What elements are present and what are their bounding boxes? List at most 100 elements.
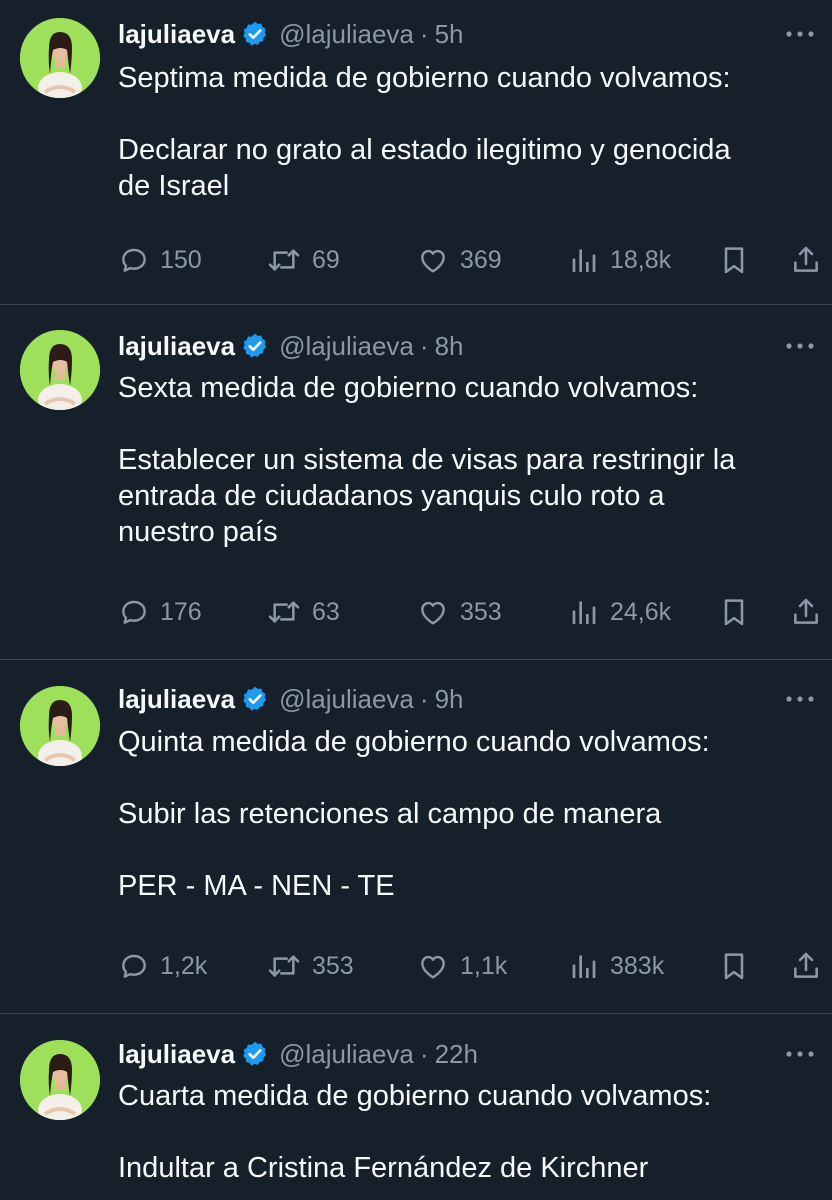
author-handle[interactable]: @lajuliaeva: [279, 331, 414, 362]
bookmark-button[interactable]: [718, 240, 750, 280]
tweet-feed: lajuliaeva @lajuliaeva · 5h Septima medida d…: [0, 0, 832, 1200]
reply-count: 1,2k: [160, 951, 208, 980]
retweet-count: 69: [312, 245, 340, 274]
verified-badge-icon: [241, 1040, 269, 1068]
tweet-text-line: [118, 406, 818, 442]
tweet-actions: 150 69 369 18,8k: [118, 240, 830, 280]
bookmark-button[interactable]: [718, 946, 750, 986]
more-icon[interactable]: [782, 19, 818, 49]
separator-dot: ·: [419, 683, 429, 714]
tweet-text-line: PER - MA - NEN - TE: [118, 870, 395, 902]
tweet-text-line: Subir las retenciones al campo de manera: [118, 798, 662, 830]
like-button[interactable]: 353: [416, 592, 502, 632]
author-name[interactable]: lajuliaeva: [118, 1039, 235, 1070]
retweet-icon: [266, 244, 302, 276]
avatar[interactable]: [20, 686, 100, 766]
share-button[interactable]: [790, 946, 822, 986]
author-name[interactable]: lajuliaeva: [118, 19, 235, 50]
tweet-header: lajuliaeva @lajuliaeva · 9h: [118, 679, 463, 719]
separator-dot: ·: [419, 1038, 429, 1069]
author-handle[interactable]: @lajuliaeva: [279, 19, 414, 50]
views-button[interactable]: 383k: [568, 946, 664, 986]
separator-dot: ·: [419, 330, 429, 361]
views-icon: [568, 950, 600, 982]
share-icon: [790, 595, 822, 629]
more-icon[interactable]: [782, 684, 818, 714]
retweet-button[interactable]: 353: [266, 946, 354, 986]
tweet-timestamp[interactable]: 8h: [435, 331, 464, 362]
bookmark-button[interactable]: [718, 592, 750, 632]
tweet-text-line: de Israel: [118, 170, 230, 202]
tweet-divider: [0, 1013, 832, 1014]
avatar[interactable]: [20, 330, 100, 410]
author-handle[interactable]: @lajuliaeva: [279, 1039, 414, 1070]
like-button[interactable]: 1,1k: [416, 946, 507, 986]
tweet-timestamp[interactable]: 9h: [435, 684, 464, 715]
retweet-button[interactable]: 69: [266, 240, 340, 280]
more-icon[interactable]: [782, 331, 818, 361]
like-count: 1,1k: [460, 951, 508, 980]
retweet-count: 353: [312, 951, 354, 980]
tweet-text-line: Septima medida de gobierno cuando volvam…: [118, 62, 731, 94]
reply-button[interactable]: 150: [118, 240, 202, 280]
bookmark-icon: [718, 595, 750, 629]
share-button[interactable]: [790, 592, 822, 632]
tweet-text-line: Quinta medida de gobierno cuando volvamo…: [118, 726, 710, 758]
retweet-button[interactable]: 63: [266, 592, 340, 632]
tweet-header: lajuliaeva @lajuliaeva · 8h: [118, 326, 463, 366]
tweet-actions: 1,2k 353 1,1k 383k: [118, 946, 830, 986]
like-count: 369: [460, 245, 502, 274]
verified-badge-icon: [241, 685, 269, 713]
share-icon: [790, 949, 822, 983]
heart-icon: [416, 244, 450, 276]
verified-badge-icon: [241, 20, 269, 48]
reply-icon: [118, 596, 150, 628]
heart-icon: [416, 950, 450, 982]
retweet-count: 63: [312, 597, 340, 626]
heart-icon: [416, 596, 450, 628]
tweet-timestamp[interactable]: 5h: [435, 19, 464, 50]
tweet-text-line: [118, 96, 818, 132]
bookmark-icon: [718, 949, 750, 983]
tweet-divider: [0, 304, 832, 305]
reply-button[interactable]: 176: [118, 592, 202, 632]
tweet-text-line: Cuarta medida de gobierno cuando volvamo…: [118, 1080, 712, 1112]
more-icon[interactable]: [782, 1039, 818, 1069]
tweet-timestamp[interactable]: 22h: [435, 1039, 478, 1070]
views-icon: [568, 596, 600, 628]
avatar[interactable]: [20, 1040, 100, 1120]
retweet-icon: [266, 596, 302, 628]
tweet-text: Septima medida de gobierno cuando volvam…: [118, 60, 818, 204]
share-button[interactable]: [790, 240, 822, 280]
tweet-header: lajuliaeva @lajuliaeva · 22h: [118, 1034, 478, 1074]
bookmark-icon: [718, 243, 750, 277]
author-name[interactable]: lajuliaeva: [118, 331, 235, 362]
tweet-text-line: [118, 760, 818, 796]
views-button[interactable]: 18,8k: [568, 240, 671, 280]
author-name[interactable]: lajuliaeva: [118, 684, 235, 715]
tweet-text-line: nuestro país: [118, 516, 278, 548]
tweet-text: Cuarta medida de gobierno cuando volvamo…: [118, 1078, 818, 1186]
tweet-actions: 176 63 353 24,6k: [118, 592, 830, 632]
views-button[interactable]: 24,6k: [568, 592, 671, 632]
tweet-text-line: Declarar no grato al estado ilegitimo y …: [118, 134, 731, 166]
reply-button[interactable]: 1,2k: [118, 946, 207, 986]
views-count: 383k: [610, 951, 665, 980]
verified-badge-icon: [241, 332, 269, 360]
like-count: 353: [460, 597, 502, 626]
views-icon: [568, 244, 600, 276]
avatar[interactable]: [20, 18, 100, 98]
tweet-text: Sexta medida de gobierno cuando volvamos…: [118, 370, 818, 550]
tweet-text-line: Indultar a Cristina Fernández de Kirchne…: [118, 1152, 649, 1184]
separator-dot: ·: [419, 18, 429, 49]
tweet-text: Quinta medida de gobierno cuando volvamo…: [118, 724, 818, 904]
tweet-text-line: [118, 1114, 818, 1150]
share-icon: [790, 243, 822, 277]
retweet-icon: [266, 950, 302, 982]
author-handle[interactable]: @lajuliaeva: [279, 684, 414, 715]
reply-icon: [118, 950, 150, 982]
like-button[interactable]: 369: [416, 240, 502, 280]
tweet-divider: [0, 659, 832, 660]
tweet-text-line: [118, 832, 818, 868]
tweet-text-line: Sexta medida de gobierno cuando volvamos…: [118, 372, 699, 404]
